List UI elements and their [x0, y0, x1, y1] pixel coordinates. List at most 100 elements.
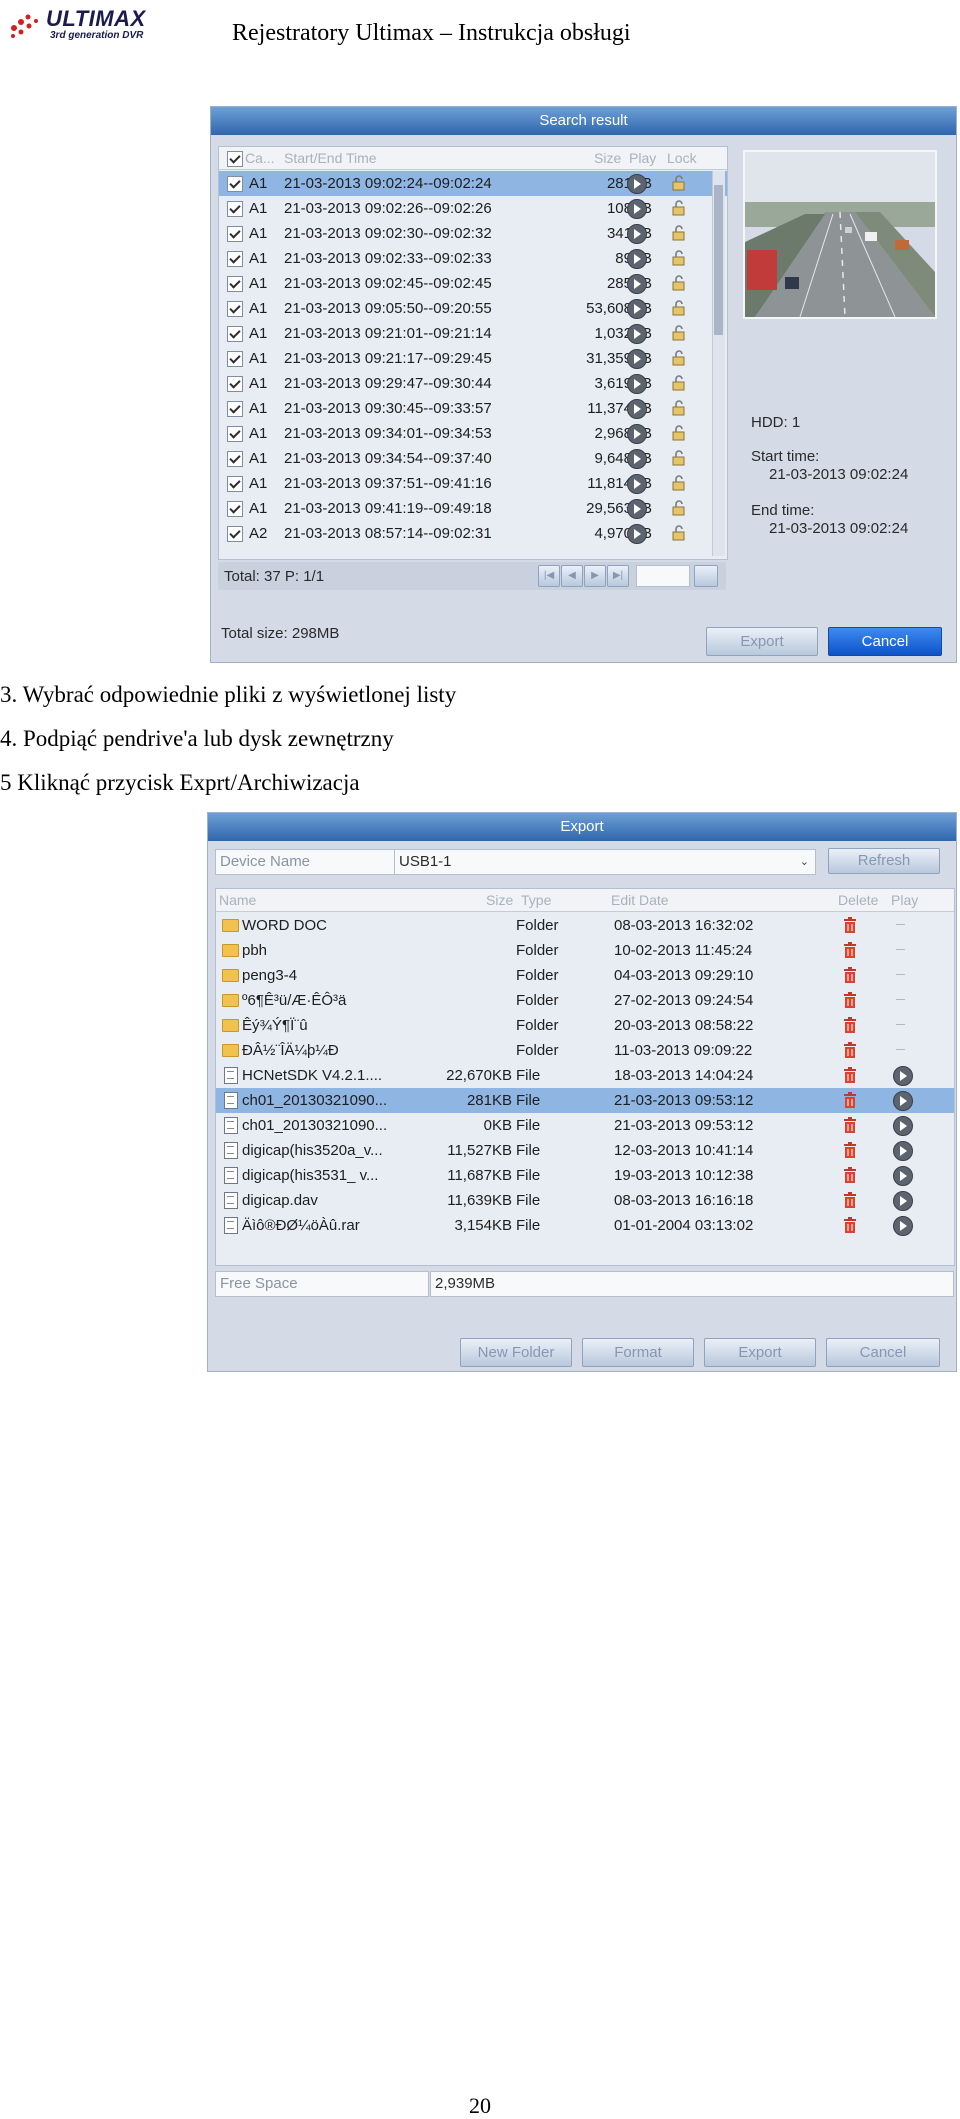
table-row[interactable]: A121-03-2013 09:02:45--09:02:45285KB	[219, 271, 727, 296]
table-row[interactable]: A1 21-03-2013 09:30:45--09:33:57 11,374KB	[219, 396, 727, 421]
list-item[interactable]: Äìô®ÐØ¼öÀû.rar 3,154KB File 01-01-2004 03:1…	[216, 1213, 954, 1238]
trash-icon[interactable]	[843, 1017, 857, 1034]
trash-icon[interactable]	[843, 1192, 857, 1209]
table-row[interactable]: A121-03-2013 09:02:24--09:02:24281KB	[219, 171, 727, 196]
row-checkbox[interactable]	[227, 301, 243, 317]
lock-icon[interactable]	[671, 500, 687, 516]
list-item[interactable]: ÐÂ½¨ÎÄ¼þ¼Ð Folder 11-03-2013 09:09:22	[216, 1038, 954, 1063]
go-page-button[interactable]	[694, 565, 718, 587]
lock-icon[interactable]	[671, 450, 687, 466]
play-icon[interactable]	[627, 474, 647, 494]
play-icon[interactable]	[627, 399, 647, 419]
trash-icon[interactable]	[843, 1092, 857, 1109]
play-icon[interactable]	[627, 224, 647, 244]
play-icon[interactable]	[627, 424, 647, 444]
lock-icon[interactable]	[671, 250, 687, 266]
next-page-button[interactable]: ▶	[584, 565, 606, 587]
trash-icon[interactable]	[843, 1042, 857, 1059]
lock-icon[interactable]	[671, 425, 687, 441]
list-item[interactable]: WORD DOC Folder 08-03-2013 16:32:02	[216, 913, 954, 938]
lock-icon[interactable]	[671, 375, 687, 391]
row-checkbox[interactable]	[227, 351, 243, 367]
table-row[interactable]: A1 21-03-2013 09:41:19--09:49:18 29,563KB	[219, 496, 727, 521]
list-item[interactable]: ch01_20130321090... 0KB File 21-03-2013 09:…	[216, 1113, 954, 1138]
play-icon[interactable]	[627, 274, 647, 294]
play-icon[interactable]	[893, 1116, 913, 1136]
row-checkbox[interactable]	[227, 226, 243, 242]
last-page-button[interactable]: ▶|	[607, 565, 629, 587]
table-row[interactable]: A121-03-2013 09:02:33--09:02:3389KB	[219, 246, 727, 271]
table-row[interactable]: A1 21-03-2013 09:34:54--09:37:40 9,648KB	[219, 446, 727, 471]
row-checkbox[interactable]	[227, 276, 243, 292]
trash-icon[interactable]	[843, 967, 857, 984]
trash-icon[interactable]	[843, 917, 857, 934]
play-icon[interactable]	[627, 449, 647, 469]
lock-icon[interactable]	[671, 350, 687, 366]
lock-icon[interactable]	[671, 325, 687, 341]
table-row[interactable]: A1 21-03-2013 09:05:50--09:20:55 53,608KB	[219, 296, 727, 321]
list-item[interactable]: peng3-4 Folder 04-03-2013 09:29:10	[216, 963, 954, 988]
row-checkbox[interactable]	[227, 426, 243, 442]
play-icon[interactable]	[627, 374, 647, 394]
list-item[interactable]: º6¶Ê³ü/Æ·ÊÔ³ä Folder 27-02-2013 09:24:54	[216, 988, 954, 1013]
list-item[interactable]: digicap.dav 11,639KB File 08-03-2013 16:16:…	[216, 1188, 954, 1213]
trash-icon[interactable]	[843, 992, 857, 1009]
play-icon[interactable]	[627, 249, 647, 269]
table-row[interactable]: A1 21-03-2013 09:29:47--09:30:44 3,619KB	[219, 371, 727, 396]
list-item[interactable]: Êý¾Ý¶Ï¨û Folder 20-03-2013 08:58:22	[216, 1013, 954, 1038]
trash-icon[interactable]	[843, 1067, 857, 1084]
scrollbar-thumb[interactable]	[714, 185, 723, 335]
play-icon[interactable]	[627, 349, 647, 369]
trash-icon[interactable]	[843, 942, 857, 959]
table-row[interactable]: A2 21-03-2013 08:57:14--09:02:31 4,970KB	[219, 521, 727, 546]
play-icon[interactable]	[893, 1166, 913, 1186]
export-button[interactable]: Export	[704, 1338, 816, 1367]
table-row[interactable]: A121-03-2013 09:02:30--09:02:32341KB	[219, 221, 727, 246]
lock-icon[interactable]	[671, 400, 687, 416]
row-checkbox[interactable]	[227, 176, 243, 192]
cancel-button[interactable]: Cancel	[828, 627, 942, 656]
play-icon[interactable]	[893, 1066, 913, 1086]
lock-icon[interactable]	[671, 200, 687, 216]
row-checkbox[interactable]	[227, 501, 243, 517]
row-checkbox[interactable]	[227, 526, 243, 542]
cancel-button[interactable]: Cancel	[826, 1338, 940, 1367]
device-name-select[interactable]: USB1-1 ⌄	[394, 849, 816, 875]
row-checkbox[interactable]	[227, 401, 243, 417]
search-list-scrollbar[interactable]	[712, 171, 725, 556]
trash-icon[interactable]	[843, 1167, 857, 1184]
play-icon[interactable]	[893, 1216, 913, 1236]
list-item[interactable]: HCNetSDK V4.2.1.... 22,670KB File 18-03-201…	[216, 1063, 954, 1088]
select-all-checkbox[interactable]	[227, 151, 243, 167]
row-checkbox[interactable]	[227, 201, 243, 217]
table-row[interactable]: A1 21-03-2013 09:21:01--09:21:14 1,032KB	[219, 321, 727, 346]
row-checkbox[interactable]	[227, 376, 243, 392]
lock-icon[interactable]	[671, 475, 687, 491]
page-input[interactable]	[636, 565, 690, 587]
table-row[interactable]: A121-03-2013 09:02:26--09:02:26108KB	[219, 196, 727, 221]
first-page-button[interactable]: |◀	[538, 565, 560, 587]
trash-icon[interactable]	[843, 1117, 857, 1134]
lock-icon[interactable]	[671, 300, 687, 316]
export-button[interactable]: Export	[706, 627, 818, 656]
row-checkbox[interactable]	[227, 476, 243, 492]
new-folder-button[interactable]: New Folder	[460, 1338, 572, 1367]
prev-page-button[interactable]: ◀	[561, 565, 583, 587]
format-button[interactable]: Format	[582, 1338, 694, 1367]
list-item[interactable]: digicap(his3520a_v... 11,527KB File 12-03-2…	[216, 1138, 954, 1163]
list-item[interactable]: pbh Folder 10-02-2013 11:45:24	[216, 938, 954, 963]
trash-icon[interactable]	[843, 1217, 857, 1234]
play-icon[interactable]	[627, 524, 647, 544]
trash-icon[interactable]	[843, 1142, 857, 1159]
play-icon[interactable]	[627, 299, 647, 319]
play-icon[interactable]	[627, 199, 647, 219]
lock-icon[interactable]	[671, 525, 687, 541]
play-icon[interactable]	[627, 174, 647, 194]
list-item[interactable]: ch01_20130321090... 281KB File 21-03-2013 0…	[216, 1088, 954, 1113]
lock-icon[interactable]	[671, 225, 687, 241]
row-checkbox[interactable]	[227, 326, 243, 342]
play-icon[interactable]	[893, 1191, 913, 1211]
row-checkbox[interactable]	[227, 451, 243, 467]
table-row[interactable]: A1 21-03-2013 09:37:51--09:41:16 11,814KB	[219, 471, 727, 496]
refresh-button[interactable]: Refresh	[828, 848, 940, 874]
